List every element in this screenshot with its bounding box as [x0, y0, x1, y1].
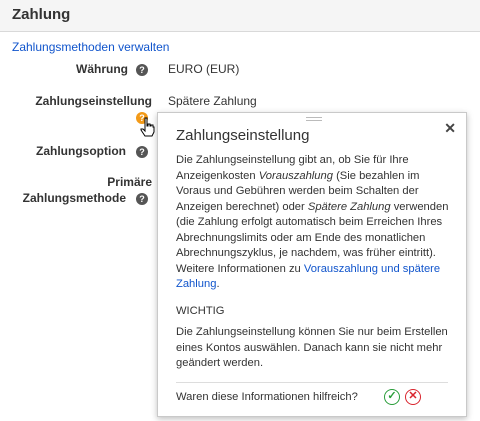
payment-setting-label: Zahlungseinstellung: [35, 94, 152, 108]
payment-option-label: Zahlungsoption: [36, 144, 126, 158]
popup-body-emphasis: Vorauszahlung: [258, 169, 333, 182]
important-heading: WICHTIG: [176, 305, 225, 317]
currency-label: Währung: [76, 62, 128, 76]
divider: [176, 382, 448, 383]
hand-cursor-icon: [140, 117, 155, 137]
popup-title: Zahlungseinstellung: [176, 127, 310, 144]
payment-option-help-icon[interactable]: ?: [136, 146, 148, 158]
drag-handle[interactable]: [306, 117, 322, 121]
section-title: Zahlung: [12, 6, 71, 23]
help-popup: ✕ Zahlungseinstellung Die Zahlungseinste…: [157, 112, 467, 417]
primary-method-help-icon[interactable]: ?: [136, 193, 148, 205]
primary-method-label-line1: Primäre: [107, 175, 152, 189]
primary-method-label-line2: Zahlungsmethode: [22, 191, 126, 205]
payment-setting-value: Spätere Zahlung: [168, 94, 257, 108]
feedback-yes-icon[interactable]: ✓: [384, 389, 400, 405]
popup-body-emphasis: Spätere Zahlung: [307, 200, 391, 213]
section-header: Zahlung: [0, 0, 480, 32]
popup-body-text: .: [216, 278, 220, 290]
manage-payment-methods-link[interactable]: Zahlungsmethoden verwalten: [12, 40, 169, 54]
currency-help-icon[interactable]: ?: [136, 64, 148, 76]
currency-value: EURO (EUR): [168, 62, 240, 76]
popup-body: Die Zahlungseinstellung gibt an, ob Sie …: [176, 153, 454, 293]
close-icon[interactable]: ✕: [444, 121, 456, 135]
feedback-question: Waren diese Informationen hilfreich?: [176, 391, 358, 403]
important-body: Die Zahlungseinstellung können Sie nur b…: [176, 326, 448, 369]
feedback-no-icon[interactable]: ✕: [405, 389, 421, 405]
